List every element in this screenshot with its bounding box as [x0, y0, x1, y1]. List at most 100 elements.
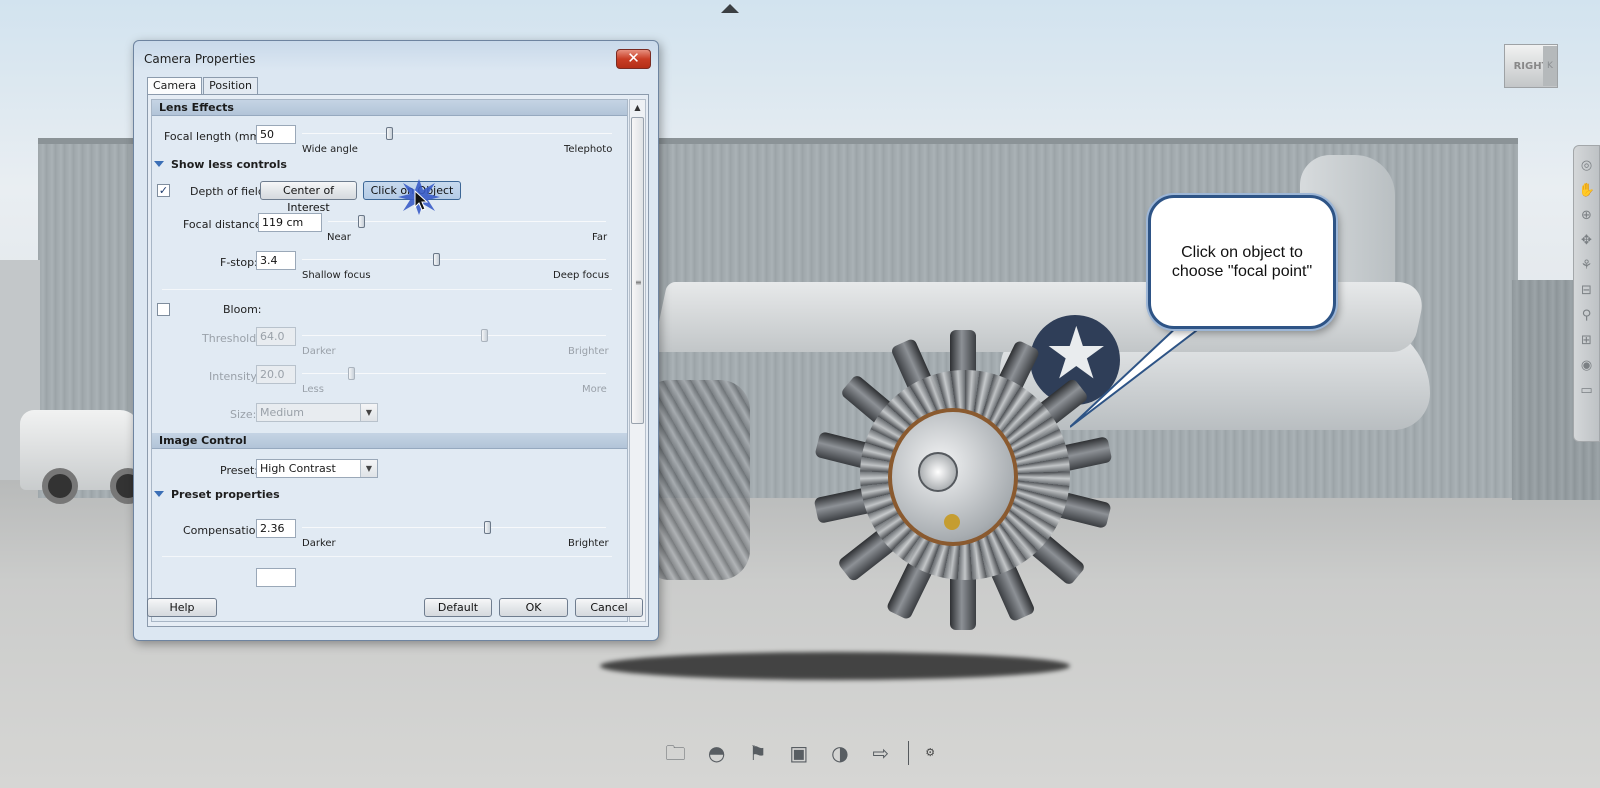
preset-properties-toggle[interactable]: Preset properties — [171, 488, 280, 501]
section-divider — [162, 289, 612, 290]
navigation-toolbar: ◎ ✋ ⊕ ✥ ⚘ ⊟ ⚲ ⊞ ◉ ▭ — [1573, 145, 1600, 442]
callout-bubble: Click on object to choose "focal point" — [1148, 195, 1336, 329]
steering-wheel-icon[interactable]: ◎ — [1579, 158, 1595, 174]
tab-position[interactable]: Position — [203, 77, 259, 94]
settings-icon[interactable]: ▭ — [1579, 383, 1595, 399]
fstop-min-label: Shallow focus — [302, 270, 371, 281]
focal-length-label: Focal length (mm): — [164, 130, 269, 143]
rewind-icon[interactable]: ◉ — [1579, 358, 1595, 374]
hub-marker — [944, 514, 960, 530]
intensity-min-label: Less — [302, 384, 324, 395]
up-triangle-icon[interactable] — [721, 4, 739, 13]
dialog-title: Camera Properties — [144, 52, 256, 66]
focal-length-min-label: Wide angle — [302, 144, 358, 155]
fstop-slider-track[interactable] — [302, 259, 606, 260]
look-icon[interactable]: ⚘ — [1579, 258, 1595, 274]
image-control-header: Image Control — [152, 433, 627, 449]
tab-bar: Camera Position — [147, 77, 259, 95]
collapse-triangle-icon[interactable] — [154, 491, 164, 497]
size-label: Size: — [230, 408, 257, 421]
bottom-toolbar: 🗀 ◓ ⚑ ▣ ◑ ⇨ ⚙ — [662, 738, 937, 768]
intensity-slider-thumb[interactable] — [347, 367, 355, 380]
small-settings-icon[interactable]: ⚙ — [923, 746, 937, 760]
preset-dropdown-value: High Contrast — [260, 462, 336, 475]
preset-dropdown[interactable]: High Contrast ▼ — [256, 459, 378, 478]
intensity-max-label: More — [582, 384, 607, 395]
callout-line-2: choose "focal point" — [1171, 263, 1313, 280]
threshold-slider-track[interactable] — [302, 335, 606, 336]
focal-distance-label: Focal distance: — [183, 218, 266, 231]
camera-icon[interactable]: ▣ — [785, 741, 812, 765]
pickup-truck — [20, 410, 146, 504]
callout-line-1: Click on object to — [1181, 244, 1303, 261]
threshold-field[interactable]: 64.0 — [256, 327, 296, 346]
vertical-scrollbar[interactable]: ▲ ≡ ▼ — [629, 99, 646, 622]
focal-distance-max-label: Far — [592, 232, 608, 243]
bloom-label: Bloom: — [223, 303, 262, 316]
focal-distance-slider-thumb[interactable] — [358, 215, 366, 228]
grip-icon: ≡ — [635, 278, 642, 287]
fstop-field[interactable]: 3.4 — [256, 251, 296, 270]
environment-dome-icon[interactable]: ◓ — [703, 741, 730, 765]
depth-of-field-label: Depth of field: — [190, 185, 269, 198]
compensation-slider-thumb[interactable] — [484, 521, 492, 534]
close-button[interactable]: ✕ — [616, 49, 651, 69]
pan-hand-icon[interactable]: ✋ — [1579, 183, 1595, 199]
camera-tab-panel: Lens Effects Focal length (mm): 50 Wide … — [147, 94, 649, 627]
toolbar-separator — [908, 741, 910, 765]
compensation-field[interactable]: 2.36 — [256, 519, 296, 538]
section-divider — [162, 556, 612, 557]
focal-distance-field[interactable]: 119 cm — [258, 213, 322, 232]
callout-pointer — [1070, 323, 1208, 428]
viewcube-side[interactable]: K — [1543, 46, 1557, 86]
threshold-min-label: Darker — [302, 346, 336, 357]
truck-wheel — [42, 468, 78, 504]
center-icon[interactable]: ⊞ — [1579, 333, 1595, 349]
mouse-cursor-icon — [414, 190, 428, 211]
scrollbar-thumb[interactable]: ≡ — [631, 117, 644, 424]
ok-button[interactable]: OK — [499, 598, 568, 617]
export-icon[interactable]: ⇨ — [867, 741, 894, 765]
bloom-checkbox[interactable] — [157, 303, 170, 316]
fstop-slider-thumb[interactable] — [432, 253, 440, 266]
camera-icon[interactable]: ⚲ — [1579, 308, 1595, 324]
chevron-down-icon: ▼ — [360, 404, 377, 421]
collapse-triangle-icon[interactable] — [154, 161, 164, 167]
engine-hub — [888, 408, 1018, 546]
compensation-label: Compensation: — [183, 524, 267, 537]
help-button[interactable]: Help — [147, 598, 217, 617]
chevron-down-icon: ▼ — [360, 460, 377, 477]
zoom-icon[interactable]: ⊕ — [1579, 208, 1595, 224]
open-folder-icon[interactable]: 🗀 — [662, 741, 689, 765]
walk-icon[interactable]: ⊟ — [1579, 283, 1595, 299]
threshold-slider-thumb[interactable] — [481, 329, 489, 342]
show-less-controls-toggle[interactable]: Show less controls — [171, 158, 287, 171]
fstop-max-label: Deep focus — [553, 270, 610, 281]
cutoff-field[interactable] — [256, 568, 296, 587]
intensity-field[interactable]: 20.0 — [256, 365, 296, 384]
center-of-interest-button[interactable]: Center of Interest — [260, 181, 357, 214]
depth-of-field-checkbox[interactable]: ✓ — [157, 184, 170, 197]
camera-properties-dialog: Camera Properties ✕ Camera Position Lens… — [133, 40, 659, 641]
size-dropdown-value: Medium — [260, 406, 304, 419]
tab-camera[interactable]: Camera — [147, 77, 203, 95]
size-dropdown[interactable]: Medium ▼ — [256, 403, 378, 422]
fstop-label: F-stop: — [220, 256, 258, 269]
properties-scroll-area: Lens Effects Focal length (mm): 50 Wide … — [151, 99, 628, 622]
intensity-label: Intensity: — [209, 370, 260, 383]
focal-length-slider-track[interactable] — [302, 133, 612, 134]
focal-length-field[interactable]: 50 — [256, 125, 296, 144]
default-button[interactable]: Default — [424, 598, 492, 617]
focal-length-max-label: Telephoto — [564, 144, 613, 155]
focal-length-slider-thumb[interactable] — [385, 127, 393, 140]
compensation-min-label: Darker — [302, 538, 336, 549]
scroll-up-icon[interactable]: ▲ — [630, 100, 645, 116]
orbit-icon[interactable]: ✥ — [1579, 233, 1595, 249]
compensation-slider-track[interactable] — [302, 527, 606, 528]
cancel-button[interactable]: Cancel — [575, 598, 643, 617]
focal-distance-min-label: Near — [327, 232, 351, 243]
material-icon[interactable]: ◑ — [826, 741, 853, 765]
lighting-icon[interactable]: ⚑ — [744, 741, 771, 765]
propeller-shaft — [918, 452, 958, 492]
focal-distance-slider-track[interactable] — [328, 221, 606, 222]
